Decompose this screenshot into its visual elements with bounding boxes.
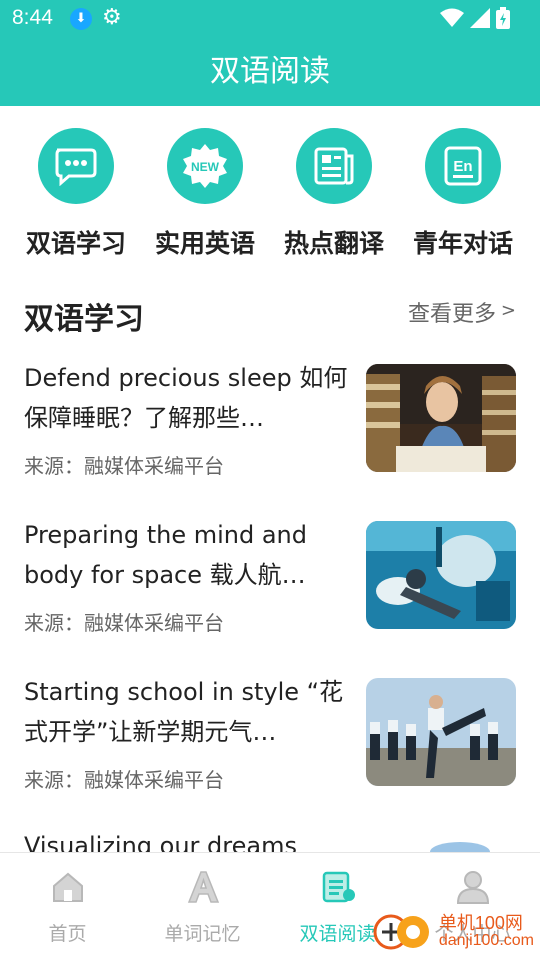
- tab-word-memory[interactable]: 单词记忆: [135, 867, 270, 946]
- watermark-url: danji100.com: [438, 932, 534, 949]
- download-icon: ⬇: [70, 8, 92, 30]
- wifi-icon: [440, 8, 464, 27]
- quick-nav-hot-translation[interactable]: 热点翻译: [264, 128, 404, 260]
- quick-nav-youth-dialogue[interactable]: En 青年对话: [393, 128, 533, 260]
- tab-home[interactable]: 首页: [0, 867, 135, 946]
- article-item[interactable]: Preparing the mind and body for space 载人…: [0, 515, 540, 655]
- article-thumbnail: [366, 678, 516, 786]
- new-badge-icon: NEW: [167, 128, 243, 204]
- page-title: 双语阅读: [210, 54, 330, 89]
- chat-bubble-icon: [38, 128, 114, 204]
- quick-nav-practical-english[interactable]: NEW 实用英语: [135, 128, 275, 260]
- person-icon: [405, 867, 540, 907]
- watermark-text: 单机100网: [438, 913, 523, 933]
- svg-text:NEW: NEW: [191, 160, 220, 174]
- article-source: 来源：融媒体采编平台: [24, 611, 224, 635]
- reading-icon: [270, 867, 405, 907]
- quick-nav-label: 青年对话: [412, 229, 513, 258]
- newspaper-icon: [296, 128, 372, 204]
- svg-text:En: En: [453, 158, 472, 175]
- watermark: 单机100网 danji100.com: [373, 912, 534, 952]
- article-title: Starting school in style “花式开学”让新学期元气…: [24, 678, 344, 746]
- gear-icon: ⚙: [102, 5, 122, 30]
- article-title: Defend precious sleep 如何保障睡眠？了解那些…: [24, 364, 348, 432]
- en-card-icon: En: [425, 128, 501, 204]
- quick-nav-label: 实用英语: [154, 229, 255, 258]
- article-item[interactable]: Defend precious sleep 如何保障睡眠？了解那些… 来源：融媒…: [0, 358, 540, 498]
- article-title: Preparing the mind and body for space 载人…: [24, 521, 307, 589]
- view-more-link[interactable]: 查看更多: [408, 296, 496, 328]
- quick-nav-label: 热点翻译: [283, 229, 384, 258]
- watermark-logo-icon: [373, 914, 429, 950]
- quick-nav-bilingual-study[interactable]: 双语学习: [6, 128, 146, 260]
- letter-a-icon: [135, 867, 270, 907]
- section-header: 双语学习 查看更多 >: [0, 290, 540, 340]
- quick-nav: 双语学习 NEW 实用英语 热点翻译 En 青年对话: [0, 128, 540, 268]
- tab-label: 单词记忆: [164, 923, 241, 945]
- article-item[interactable]: Starting school in style “花式开学”让新学期元气… 来…: [0, 672, 540, 812]
- tab-label: 首页: [48, 923, 87, 945]
- app-header: 双语阅读: [0, 38, 540, 106]
- status-bar: 8:44 ⬇ ⚙: [0, 0, 540, 38]
- article-thumbnail: [366, 364, 516, 472]
- status-time: 8:44: [12, 6, 53, 29]
- article-source: 来源：融媒体采编平台: [24, 768, 224, 792]
- article-thumbnail: [366, 521, 516, 629]
- chevron-right-icon: >: [500, 300, 516, 321]
- signal-icon: [470, 8, 490, 28]
- home-icon: [0, 867, 135, 907]
- section-title: 双语学习: [24, 302, 144, 337]
- quick-nav-label: 双语学习: [25, 229, 126, 258]
- battery-icon: [496, 7, 510, 29]
- article-source: 来源：融媒体采编平台: [24, 454, 224, 478]
